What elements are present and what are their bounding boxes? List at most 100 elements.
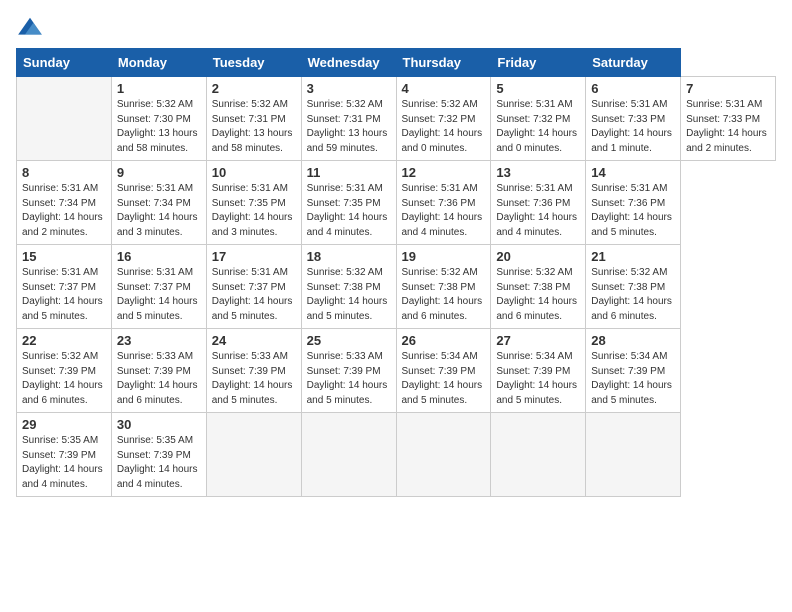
calendar-table: SundayMondayTuesdayWednesdayThursdayFrid… [16, 48, 776, 497]
calendar-week-2: 8 Sunrise: 5:31 AM Sunset: 7:34 PM Daylig… [17, 161, 776, 245]
day-info: Sunrise: 5:32 AM Sunset: 7:31 PM Dayligh… [307, 98, 391, 156]
calendar-cell: 30 Sunrise: 5:35 AM Sunset: 7:39 PM Dayli… [111, 413, 206, 497]
calendar-cell: 10Sunrise: 5:31 AM Sunset: 7:35 PM Dayli… [206, 161, 301, 245]
calendar-header-monday: Monday [111, 49, 206, 77]
day-number: 14 [591, 165, 675, 180]
day-number: 30 [117, 417, 201, 432]
day-info: Sunrise: 5:32 AM Sunset: 7:38 PM Dayligh… [402, 266, 486, 324]
calendar-header-saturday: Saturday [586, 49, 681, 77]
calendar-cell: 15 Sunrise: 5:31 AM Sunset: 7:37 PM Dayli… [17, 245, 112, 329]
calendar-cell: 5 Sunrise: 5:31 AM Sunset: 7:32 PM Daylig… [491, 77, 586, 161]
calendar-cell [586, 413, 681, 497]
day-info: Sunrise: 5:31 AM Sunset: 7:34 PM Dayligh… [22, 182, 106, 240]
day-number: 13 [496, 165, 580, 180]
day-number: 9 [117, 165, 201, 180]
day-info: Sunrise: 5:31 AM Sunset: 7:36 PM Dayligh… [591, 182, 675, 240]
day-info: Sunrise: 5:31 AM Sunset: 7:37 PM Dayligh… [22, 266, 106, 324]
day-number: 12 [402, 165, 486, 180]
day-info: Sunrise: 5:32 AM Sunset: 7:30 PM Dayligh… [117, 98, 201, 156]
day-number: 23 [117, 333, 201, 348]
day-info: Sunrise: 5:32 AM Sunset: 7:31 PM Dayligh… [212, 98, 296, 156]
calendar-header-row: SundayMondayTuesdayWednesdayThursdayFrid… [17, 49, 776, 77]
day-number: 7 [686, 81, 770, 96]
calendar-week-3: 15 Sunrise: 5:31 AM Sunset: 7:37 PM Dayli… [17, 245, 776, 329]
calendar-cell: 4 Sunrise: 5:32 AM Sunset: 7:32 PM Daylig… [396, 77, 491, 161]
calendar-cell [206, 413, 301, 497]
header [16, 16, 776, 38]
calendar-cell: 6 Sunrise: 5:31 AM Sunset: 7:33 PM Daylig… [586, 77, 681, 161]
day-info: Sunrise: 5:34 AM Sunset: 7:39 PM Dayligh… [591, 350, 675, 408]
logo-icon [16, 16, 44, 38]
day-info: Sunrise: 5:31 AM Sunset: 7:36 PM Dayligh… [496, 182, 580, 240]
calendar-cell: 24Sunrise: 5:33 AM Sunset: 7:39 PM Dayli… [206, 329, 301, 413]
calendar-header-sunday: Sunday [17, 49, 112, 77]
calendar-cell: 29 Sunrise: 5:35 AM Sunset: 7:39 PM Dayli… [17, 413, 112, 497]
day-number: 16 [117, 249, 201, 264]
calendar-header-tuesday: Tuesday [206, 49, 301, 77]
day-info: Sunrise: 5:34 AM Sunset: 7:39 PM Dayligh… [496, 350, 580, 408]
calendar-cell: 21Sunrise: 5:32 AM Sunset: 7:38 PM Dayli… [586, 245, 681, 329]
day-info: Sunrise: 5:32 AM Sunset: 7:39 PM Dayligh… [22, 350, 106, 408]
day-number: 15 [22, 249, 106, 264]
calendar-cell: 17Sunrise: 5:31 AM Sunset: 7:37 PM Dayli… [206, 245, 301, 329]
day-info: Sunrise: 5:32 AM Sunset: 7:38 PM Dayligh… [591, 266, 675, 324]
day-number: 5 [496, 81, 580, 96]
calendar-cell: 26 Sunrise: 5:34 AM Sunset: 7:39 PM Dayli… [396, 329, 491, 413]
calendar-cell: 23Sunrise: 5:33 AM Sunset: 7:39 PM Dayli… [111, 329, 206, 413]
calendar-cell: 19 Sunrise: 5:32 AM Sunset: 7:38 PM Dayli… [396, 245, 491, 329]
day-number: 19 [402, 249, 486, 264]
day-info: Sunrise: 5:33 AM Sunset: 7:39 PM Dayligh… [212, 350, 296, 408]
calendar-cell: 12 Sunrise: 5:31 AM Sunset: 7:36 PM Dayli… [396, 161, 491, 245]
day-number: 22 [22, 333, 106, 348]
day-number: 2 [212, 81, 296, 96]
calendar-cell: 11Sunrise: 5:31 AM Sunset: 7:35 PM Dayli… [301, 161, 396, 245]
day-number: 26 [402, 333, 486, 348]
calendar-cell: 3 Sunrise: 5:32 AM Sunset: 7:31 PM Daylig… [301, 77, 396, 161]
day-info: Sunrise: 5:31 AM Sunset: 7:33 PM Dayligh… [591, 98, 675, 156]
day-number: 8 [22, 165, 106, 180]
calendar-week-1: 1Sunrise: 5:32 AM Sunset: 7:30 PM Daylig… [17, 77, 776, 161]
day-info: Sunrise: 5:31 AM Sunset: 7:37 PM Dayligh… [117, 266, 201, 324]
day-number: 27 [496, 333, 580, 348]
calendar-cell [396, 413, 491, 497]
calendar-cell: 28Sunrise: 5:34 AM Sunset: 7:39 PM Dayli… [586, 329, 681, 413]
logo [16, 16, 48, 38]
calendar-cell [17, 77, 112, 161]
calendar-cell: 27 Sunrise: 5:34 AM Sunset: 7:39 PM Dayli… [491, 329, 586, 413]
calendar-header-wednesday: Wednesday [301, 49, 396, 77]
day-number: 4 [402, 81, 486, 96]
day-info: Sunrise: 5:32 AM Sunset: 7:38 PM Dayligh… [496, 266, 580, 324]
day-info: Sunrise: 5:34 AM Sunset: 7:39 PM Dayligh… [402, 350, 486, 408]
calendar-week-5: 29 Sunrise: 5:35 AM Sunset: 7:39 PM Dayli… [17, 413, 776, 497]
calendar-cell: 1Sunrise: 5:32 AM Sunset: 7:30 PM Daylig… [111, 77, 206, 161]
day-info: Sunrise: 5:31 AM Sunset: 7:33 PM Dayligh… [686, 98, 770, 156]
day-number: 6 [591, 81, 675, 96]
calendar-cell [301, 413, 396, 497]
calendar-cell [491, 413, 586, 497]
calendar-cell: 9 Sunrise: 5:31 AM Sunset: 7:34 PM Daylig… [111, 161, 206, 245]
day-info: Sunrise: 5:31 AM Sunset: 7:36 PM Dayligh… [402, 182, 486, 240]
calendar-header-friday: Friday [491, 49, 586, 77]
day-info: Sunrise: 5:31 AM Sunset: 7:34 PM Dayligh… [117, 182, 201, 240]
day-number: 10 [212, 165, 296, 180]
calendar-header-thursday: Thursday [396, 49, 491, 77]
day-info: Sunrise: 5:35 AM Sunset: 7:39 PM Dayligh… [22, 434, 106, 492]
day-info: Sunrise: 5:32 AM Sunset: 7:38 PM Dayligh… [307, 266, 391, 324]
calendar-cell: 8 Sunrise: 5:31 AM Sunset: 7:34 PM Daylig… [17, 161, 112, 245]
day-number: 3 [307, 81, 391, 96]
day-info: Sunrise: 5:32 AM Sunset: 7:32 PM Dayligh… [402, 98, 486, 156]
calendar-cell: 13 Sunrise: 5:31 AM Sunset: 7:36 PM Dayli… [491, 161, 586, 245]
day-number: 29 [22, 417, 106, 432]
calendar-cell: 20 Sunrise: 5:32 AM Sunset: 7:38 PM Dayli… [491, 245, 586, 329]
calendar-week-4: 22 Sunrise: 5:32 AM Sunset: 7:39 PM Dayli… [17, 329, 776, 413]
calendar-cell: 25Sunrise: 5:33 AM Sunset: 7:39 PM Dayli… [301, 329, 396, 413]
calendar-cell: 7 Sunrise: 5:31 AM Sunset: 7:33 PM Daylig… [681, 77, 776, 161]
day-info: Sunrise: 5:31 AM Sunset: 7:32 PM Dayligh… [496, 98, 580, 156]
calendar-cell: 22 Sunrise: 5:32 AM Sunset: 7:39 PM Dayli… [17, 329, 112, 413]
calendar-cell: 16 Sunrise: 5:31 AM Sunset: 7:37 PM Dayli… [111, 245, 206, 329]
day-number: 20 [496, 249, 580, 264]
day-number: 11 [307, 165, 391, 180]
day-info: Sunrise: 5:35 AM Sunset: 7:39 PM Dayligh… [117, 434, 201, 492]
calendar-cell: 14 Sunrise: 5:31 AM Sunset: 7:36 PM Dayli… [586, 161, 681, 245]
calendar-cell: 18Sunrise: 5:32 AM Sunset: 7:38 PM Dayli… [301, 245, 396, 329]
